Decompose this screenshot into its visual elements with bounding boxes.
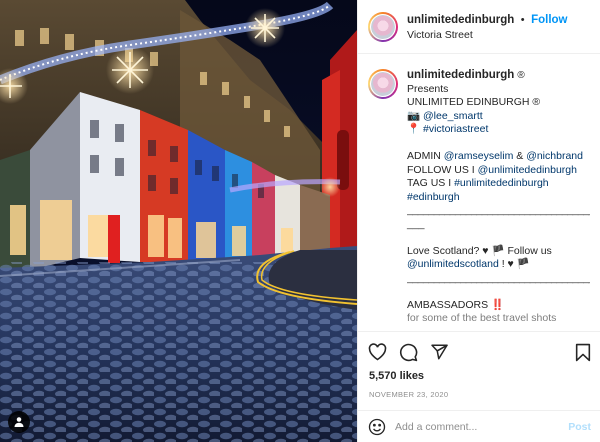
caption-line: Presents	[407, 82, 449, 95]
caption-text: for some of the best travel shots	[407, 312, 557, 324]
separator-dot: •	[520, 13, 525, 26]
caption: unlimitededinburgh ® Presents UNLIMITED E…	[358, 55, 600, 330]
follow-handle-link[interactable]: @unlimitededinburgh	[478, 164, 577, 176]
bookmark-icon[interactable]	[575, 343, 591, 362]
divider-line: ___________________________________	[407, 271, 590, 284]
location-hashtag-link[interactable]: #victoriastreet	[423, 123, 488, 135]
pin-icon: 📍	[407, 123, 421, 135]
location-link[interactable]: Victoria Street	[407, 28, 568, 43]
caption-username[interactable]: unlimitededinburgh	[407, 69, 514, 81]
photographer-link[interactable]: @lee_smartt	[423, 110, 483, 122]
post-actions: 5,570 likes NOVEMBER 23, 2020 Post	[358, 331, 600, 441]
caption-text: Love Scotland? ♥ 🏴 Follow us	[407, 244, 552, 257]
caption-line: UNLIMITED EDINBURGH ®	[407, 96, 541, 108]
follow-button[interactable]: Follow	[531, 14, 567, 26]
ambassadors-text: AMBASSADORS ‼️	[407, 298, 505, 311]
profile-logo-image	[371, 72, 395, 96]
admin-link[interactable]: @ramseyselim	[444, 150, 514, 162]
user-tag-icon[interactable]	[8, 411, 30, 433]
caption-text: TAG US I	[407, 177, 455, 189]
comment-bar: Post	[358, 410, 600, 442]
comment-icon[interactable]	[399, 343, 418, 362]
post-header: unlimitededinburgh • Follow Victoria Str…	[358, 0, 600, 54]
post-button[interactable]: Post	[568, 421, 591, 433]
divider-line-tail: ___	[407, 217, 425, 230]
camera-icon: 📷	[407, 109, 421, 122]
caption-avatar[interactable]	[368, 69, 398, 99]
header-username[interactable]: unlimitededinburgh	[407, 14, 514, 26]
post-date[interactable]: NOVEMBER 23, 2020	[358, 390, 600, 399]
admin-link[interactable]: @nichbrand	[526, 150, 583, 162]
post-sidebar: unlimitededinburgh • Follow Victoria Str…	[357, 0, 600, 442]
profile-logo-image	[371, 14, 395, 39]
caption-text: FOLLOW US I	[407, 163, 478, 176]
share-icon[interactable]	[430, 343, 449, 361]
caption-text: ! ♥ 🏴	[498, 258, 530, 270]
caption-text: &	[513, 150, 527, 162]
tag-hashtag-link[interactable]: #unlimitededinburgh	[454, 177, 549, 189]
emoji-icon[interactable]	[368, 418, 386, 436]
avatar[interactable]	[368, 11, 398, 42]
divider-line: ___________________________________	[407, 204, 590, 216]
victoria-street-image	[0, 0, 357, 442]
heart-icon[interactable]	[368, 343, 387, 361]
registered-mark: ®	[517, 70, 525, 81]
caption-text: ADMIN	[407, 150, 444, 162]
post-photo[interactable]	[0, 0, 357, 442]
scotland-handle-link[interactable]: @unlimitedscotland	[407, 258, 499, 270]
comment-input[interactable]	[395, 420, 569, 433]
hashtag-link[interactable]: #edinburgh	[407, 191, 590, 205]
likes-count[interactable]: 5,570 likes	[358, 370, 600, 382]
